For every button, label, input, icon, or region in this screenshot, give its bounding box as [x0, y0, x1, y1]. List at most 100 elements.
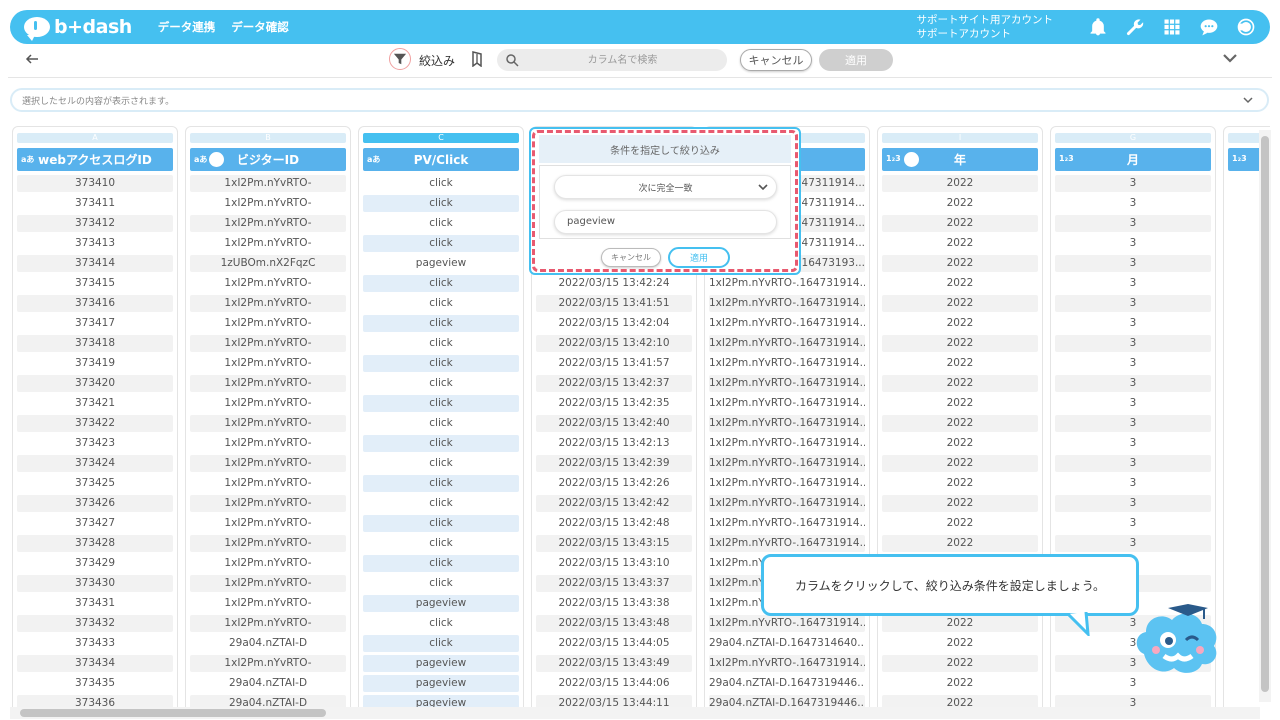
table-cell[interactable]: 2022/03/15 13:43:37	[536, 575, 692, 592]
table-cell[interactable]: 373412	[17, 215, 173, 232]
table-cell[interactable]: 373421	[17, 395, 173, 412]
filter-icon[interactable]	[389, 48, 411, 70]
table-cell[interactable]: 2022/03/15 13:43:49	[536, 655, 692, 672]
filter-label[interactable]: 絞込み	[419, 52, 455, 69]
table-cell[interactable]: 3	[1055, 195, 1211, 212]
back-arrow-icon[interactable]	[24, 51, 40, 67]
table-cell[interactable]: 1xI2Pm.nYvRTO-	[190, 555, 346, 572]
table-cell[interactable]: 373430	[17, 575, 173, 592]
table-cell[interactable]: 1xI2Pm.nYvRTO-	[190, 395, 346, 412]
table-cell[interactable]: 2022/03/15 13:44:05	[536, 635, 692, 652]
table-cell[interactable]: 2022/03/15 13:43:38	[536, 595, 692, 612]
table-cell[interactable]: 2022	[882, 255, 1038, 272]
table-cell[interactable]: 2022/03/15 13:42:37	[536, 375, 692, 392]
table-cell[interactable]: 2022/03/15 13:42:10	[536, 335, 692, 352]
table-cell[interactable]: 3	[1055, 295, 1211, 312]
table-cell[interactable]: click	[363, 315, 519, 332]
table-cell[interactable]: 2022	[882, 215, 1038, 232]
vertical-scrollbar[interactable]	[1259, 130, 1271, 702]
table-cell[interactable]: 373423	[17, 435, 173, 452]
table-cell[interactable]: 373431	[17, 595, 173, 612]
table-cell[interactable]: 2022	[882, 495, 1038, 512]
table-cell[interactable]: 1xI2Pm.nYvRTO-.164731914...	[709, 515, 865, 532]
table-cell[interactable]: 2022	[882, 235, 1038, 252]
table-cell[interactable]: 2022	[882, 295, 1038, 312]
table-cell[interactable]: 1xI2Pm.nYvRTO-.164731914...	[709, 295, 865, 312]
table-cell[interactable]: 3	[1055, 375, 1211, 392]
table-cell[interactable]: 2022	[882, 415, 1038, 432]
nav-data-check[interactable]: データ確認	[231, 19, 289, 35]
table-cell[interactable]: 3	[1055, 175, 1211, 192]
table-cell[interactable]: 2022/03/15 13:43:15	[536, 535, 692, 552]
table-cell[interactable]: click	[363, 475, 519, 492]
table-cell[interactable]: 3	[1055, 495, 1211, 512]
table-cell[interactable]: click	[363, 455, 519, 472]
table-cell[interactable]: 1xI2Pm.nYvRTO-.164731914...	[709, 275, 865, 292]
column-search-input[interactable]	[525, 49, 720, 71]
table-cell[interactable]: click	[363, 635, 519, 652]
logout-icon[interactable]	[1234, 15, 1258, 39]
grid-column[interactable]: Caあ PV/Click click click click click pageview c…	[358, 126, 524, 708]
table-cell[interactable]: 2022/03/15 13:43:10	[536, 555, 692, 572]
table-cell[interactable]: 2022/03/15 13:42:04	[536, 315, 692, 332]
nav-data-integration[interactable]: データ連携	[158, 19, 216, 35]
table-cell[interactable]: 3	[1055, 315, 1211, 332]
table-cell[interactable]: 373435	[17, 675, 173, 692]
column-header[interactable]: 1₂3 年	[882, 148, 1038, 171]
table-cell[interactable]: 1xI2Pm.nYvRTO-	[190, 215, 346, 232]
grid-column[interactable]: I 1₂3 年 2022 2022 2022 2022 2022 2022 2022 2022 202…	[877, 126, 1043, 708]
table-cell[interactable]: 373411	[17, 195, 173, 212]
column-header[interactable]: aあ webアクセスログID	[17, 148, 173, 171]
column-letter[interactable]: C	[363, 133, 519, 143]
table-cell[interactable]: 373417	[17, 315, 173, 332]
table-cell[interactable]: 2022/03/15 13:42:13	[536, 435, 692, 452]
table-cell[interactable]: 2022	[882, 475, 1038, 492]
table-cell[interactable]: click	[363, 175, 519, 192]
table-cell[interactable]: 373418	[17, 335, 173, 352]
horizontal-scroll-thumb[interactable]	[20, 709, 326, 717]
wrench-icon[interactable]	[1123, 15, 1147, 39]
table-cell[interactable]: 1xI2Pm.nYvRTO-	[190, 595, 346, 612]
table-cell[interactable]: 373426	[17, 495, 173, 512]
table-cell[interactable]: 3	[1055, 235, 1211, 252]
table-cell[interactable]: 1xI2Pm.nYvRTO-.164731914...	[709, 435, 865, 452]
table-cell[interactable]: 373413	[17, 235, 173, 252]
account-info[interactable]: サポートサイト用アカウント サポートアカウント	[917, 13, 1054, 41]
table-cell[interactable]: 1xI2Pm.nYvRTO-.164731914...	[709, 355, 865, 372]
table-cell[interactable]: 2022/03/15 13:41:57	[536, 355, 692, 372]
table-cell[interactable]: click	[363, 375, 519, 392]
table-cell[interactable]: 2022	[882, 635, 1038, 652]
table-cell[interactable]: 1xI2Pm.nYvRTO-.164731914...	[709, 455, 865, 472]
table-cell[interactable]: click	[363, 415, 519, 432]
table-cell[interactable]: click	[363, 235, 519, 252]
table-cell[interactable]: click	[363, 395, 519, 412]
table-cell[interactable]: 1xI2Pm.nYvRTO-	[190, 315, 346, 332]
table-cell[interactable]: pageview	[363, 655, 519, 672]
table-cell[interactable]: 3	[1055, 455, 1211, 472]
table-cell[interactable]: 2022/03/15 13:42:35	[536, 395, 692, 412]
table-cell[interactable]: 2022/03/15 13:43:48	[536, 615, 692, 632]
table-cell[interactable]: 2022	[882, 315, 1038, 332]
table-cell[interactable]: 2022/03/15 13:42:42	[536, 495, 692, 512]
table-cell[interactable]: 2022	[882, 395, 1038, 412]
table-cell[interactable]: 1xI2Pm.nYvRTO-	[190, 495, 346, 512]
table-cell[interactable]: 3	[1055, 535, 1211, 552]
table-cell[interactable]: 29a04.nZTAI-D.1647314640...	[709, 635, 865, 652]
table-cell[interactable]: 1xI2Pm.nYvRTO-	[190, 655, 346, 672]
table-cell[interactable]: 2022/03/15 13:42:39	[536, 455, 692, 472]
column-header[interactable]: aあ PV/Click	[363, 148, 519, 171]
table-cell[interactable]: 3	[1055, 435, 1211, 452]
logo[interactable]: b+dash	[24, 16, 132, 41]
column-letter[interactable]: G	[1055, 133, 1211, 143]
table-cell[interactable]: click	[363, 195, 519, 212]
table-cell[interactable]: 1xI2Pm.nYvRTO-.164731914...	[709, 475, 865, 492]
table-cell[interactable]: 29a04.nZTAI-D	[190, 635, 346, 652]
table-cell[interactable]: 1xI2Pm.nYvRTO-	[190, 615, 346, 632]
table-cell[interactable]: 373422	[17, 415, 173, 432]
table-cell[interactable]: 1xI2Pm.nYvRTO-.164731914...	[709, 655, 865, 672]
vertical-scroll-thumb[interactable]	[1261, 136, 1269, 692]
table-cell[interactable]: 2022/03/15 13:42:40	[536, 415, 692, 432]
table-cell[interactable]: 2022	[882, 435, 1038, 452]
table-cell[interactable]: 2022	[882, 615, 1038, 632]
table-cell[interactable]: click	[363, 515, 519, 532]
